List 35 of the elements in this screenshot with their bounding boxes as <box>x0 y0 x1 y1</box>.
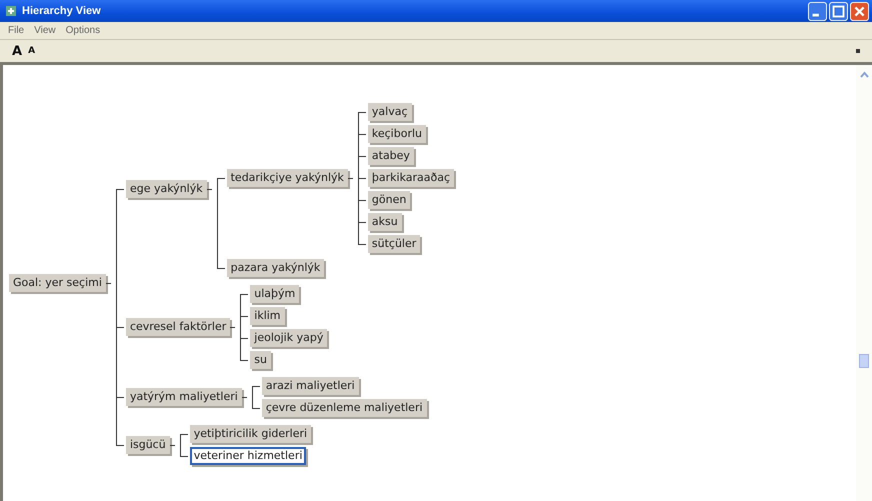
tree-node[interactable]: yalvaç <box>368 103 412 121</box>
app-icon <box>5 5 17 17</box>
tree-node[interactable]: çevre düzenleme maliyetleri <box>262 399 427 417</box>
tree-node[interactable]: iklim <box>250 307 285 325</box>
menu-item[interactable]: Options <box>66 25 100 36</box>
close-button[interactable] <box>850 2 869 20</box>
minimize-button[interactable] <box>808 2 827 20</box>
scroll-up-icon[interactable] <box>860 71 868 78</box>
tree-node[interactable]: tedarikçiye yakýnlýk <box>226 169 348 187</box>
tree-node[interactable]: arazi maliyetleri <box>262 377 359 395</box>
tree-node[interactable]: ege yakýnlýk <box>126 180 207 198</box>
tree-node[interactable]: cevresel faktörler <box>126 318 230 336</box>
window-title: Hierarchy View <box>22 5 101 17</box>
menu-item[interactable]: View <box>34 25 56 36</box>
menu-item[interactable]: File <box>8 25 24 36</box>
tree-node[interactable]: Goal: yer seçimi <box>9 274 106 292</box>
tree-node[interactable]: yatýrým maliyetleri <box>126 388 242 406</box>
tree-node[interactable]: isgücü <box>126 436 170 454</box>
maximize-button[interactable] <box>829 2 848 20</box>
font-larger-button[interactable]: A <box>10 44 24 58</box>
tree-node[interactable]: aksu <box>368 213 402 231</box>
tree-node[interactable]: veteriner hizmetleri <box>190 447 306 465</box>
tree-node[interactable]: su <box>250 351 271 369</box>
tree-node[interactable]: þarkikaraaðaç <box>368 169 454 187</box>
tree-node[interactable]: sütçüler <box>368 235 420 253</box>
font-smaller-button[interactable]: A <box>26 46 38 56</box>
tree-node[interactable]: gönen <box>368 191 410 209</box>
vertical-scrollbar[interactable] <box>856 65 872 501</box>
tree-node[interactable]: keçiborlu <box>368 125 426 143</box>
tree-node[interactable]: pazara yakýnlýk <box>226 259 324 277</box>
scroll-thumb[interactable] <box>859 354 869 368</box>
tree-node[interactable]: ulaþým <box>250 285 300 303</box>
tree-node[interactable]: yetiþtiricilik giderleri <box>190 425 312 443</box>
tree-node[interactable]: jeolojik yapý <box>250 329 328 347</box>
tree-node[interactable]: atabey <box>368 147 414 165</box>
